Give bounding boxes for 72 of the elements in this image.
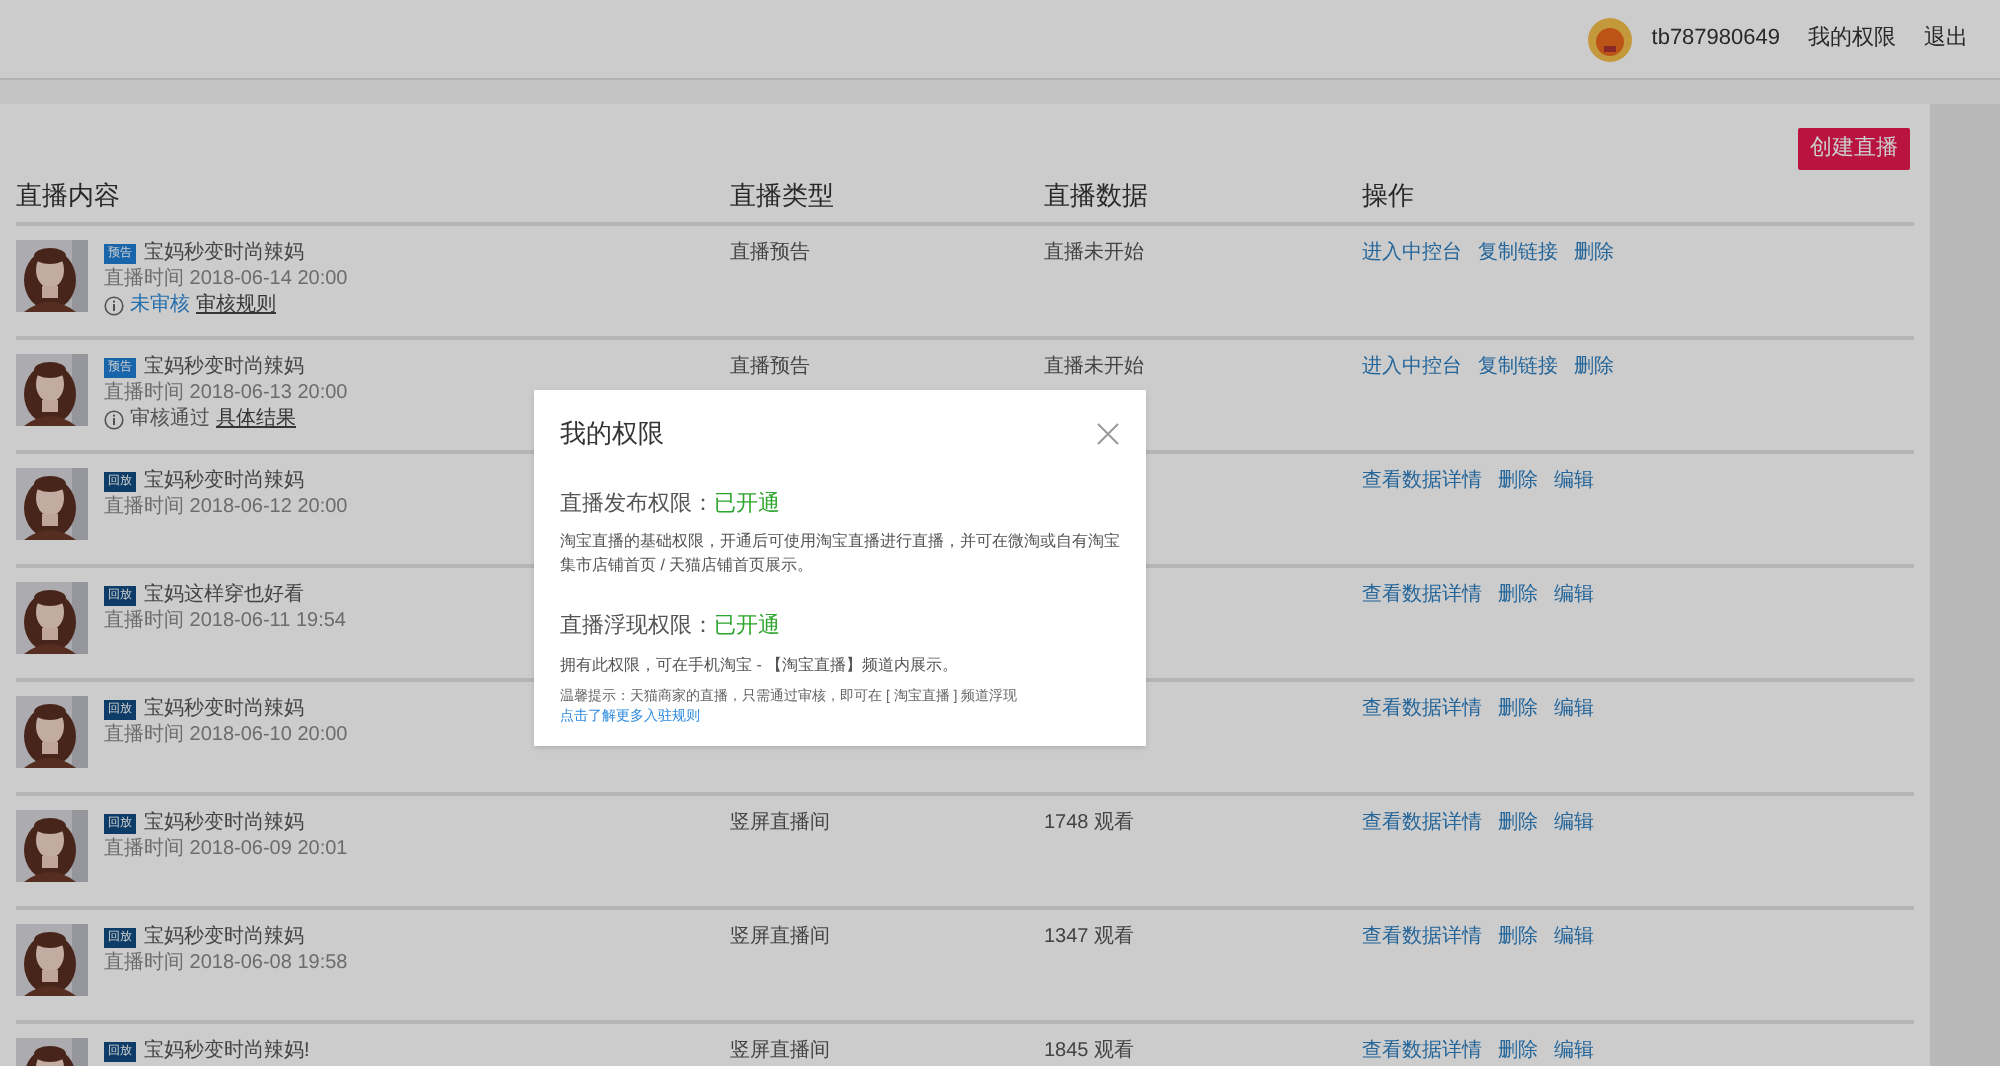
action-link[interactable]: 复制链接 — [1478, 354, 1558, 380]
action-link[interactable]: 编辑 — [1554, 810, 1594, 836]
action-link[interactable]: 编辑 — [1554, 924, 1594, 950]
action-link[interactable]: 删除 — [1574, 354, 1614, 380]
live-title: 宝妈秒变时尚辣妈 — [144, 924, 304, 950]
permission-description: 淘宝直播的基础权限，开通后可使用淘宝直播进行直播，并可在微淘或自有淘宝集市店铺首页 / 天猫店铺首页展示。 — [560, 530, 1120, 578]
permission-label: 直播发布权限： — [560, 489, 714, 519]
action-link[interactable]: 复制链接 — [1478, 240, 1558, 266]
action-link[interactable]: 删除 — [1498, 924, 1538, 950]
action-link[interactable]: 查看数据详情 — [1362, 1038, 1482, 1064]
live-data: 1748 观看 — [1044, 810, 1137, 836]
review-status: 未审核 — [130, 292, 190, 318]
action-link[interactable]: 编辑 — [1554, 582, 1594, 608]
avatar-icon — [1587, 17, 1632, 61]
action-link[interactable]: 查看数据详情 — [1362, 810, 1482, 836]
info-icon — [104, 409, 124, 429]
permission-label: 直播浮现权限： — [560, 612, 714, 642]
action-link[interactable]: 进入中控台 — [1362, 354, 1462, 380]
live-type: 直播预告 — [730, 354, 812, 380]
action-link[interactable]: 查看数据详情 — [1362, 582, 1482, 608]
live-time: 直播时间 2018-06-09 20:01 — [104, 836, 348, 862]
action-link[interactable]: 删除 — [1498, 810, 1538, 836]
live-data: 1845 观看 — [1044, 1038, 1137, 1064]
review-status: 审核通过 — [130, 406, 210, 432]
action-link[interactable]: 编辑 — [1554, 696, 1594, 722]
column-header: 直播数据 — [1044, 177, 1150, 213]
live-title: 宝妈这样穿也好看 — [144, 582, 304, 608]
action-link[interactable]: 删除 — [1498, 696, 1538, 722]
live-type: 直播预告 — [730, 240, 812, 266]
action-link[interactable]: 进入中控台 — [1362, 240, 1462, 266]
close-button[interactable] — [1096, 421, 1120, 446]
live-title: 宝妈秒变时尚辣妈 — [144, 354, 304, 380]
review-link[interactable]: 具体结果 — [216, 406, 296, 432]
live-time: 直播时间 2018-06-08 19:58 — [104, 950, 348, 976]
live-title: 宝妈秒变时尚辣妈 — [144, 696, 304, 722]
live-time: 直播时间 2018-06-11 19:54 — [104, 608, 346, 634]
action-link[interactable]: 查看数据详情 — [1362, 696, 1482, 722]
live-time: 直播时间 2018-06-12 20:00 — [104, 494, 348, 520]
header-link[interactable]: 退出 — [1924, 22, 1968, 56]
live-data: 1347 观看 — [1044, 924, 1137, 950]
live-data: 直播未开始 — [1044, 240, 1146, 266]
column-header: 操作 — [1362, 177, 1414, 213]
review-link[interactable]: 审核规则 — [196, 292, 276, 318]
live-type: 竖屏直播间 — [730, 810, 832, 836]
live-title: 宝妈秒变时尚辣妈 — [144, 240, 304, 266]
live-data: 直播未开始 — [1044, 354, 1146, 380]
action-link[interactable]: 编辑 — [1554, 1038, 1594, 1064]
action-link[interactable]: 编辑 — [1554, 468, 1594, 494]
live-type: 竖屏直播间 — [730, 1038, 832, 1064]
action-link[interactable]: 查看数据详情 — [1362, 924, 1482, 950]
action-link[interactable]: 删除 — [1498, 582, 1538, 608]
username: tb787980649 — [1651, 24, 1780, 55]
action-link[interactable]: 删除 — [1498, 1038, 1538, 1064]
live-time: 直播时间 2018-06-14 20:00 — [104, 266, 348, 292]
info-icon — [104, 295, 124, 315]
live-title: 宝妈秒变时尚辣妈 — [144, 468, 304, 494]
live-type: 竖屏直播间 — [730, 924, 832, 950]
action-link[interactable]: 删除 — [1574, 240, 1614, 266]
live-time: 直播时间 2018-06-10 20:00 — [104, 722, 348, 748]
permission-description: 拥有此权限，可在手机淘宝 - 【淘宝直播】频道内展示。 — [560, 653, 961, 677]
live-title: 宝妈秒变时尚辣妈 — [144, 810, 304, 836]
column-header: 直播类型 — [730, 177, 836, 213]
action-link[interactable]: 查看数据详情 — [1362, 468, 1482, 494]
live-time: 直播时间 2018-06-13 20:00 — [104, 380, 348, 406]
live-title: 宝妈秒变时尚辣妈! — [144, 1038, 310, 1064]
column-header: 直播内容 — [16, 177, 122, 213]
dialog-title: 我的权限 — [560, 416, 664, 452]
create-live-button[interactable]: 创建直播 — [1798, 128, 1910, 170]
header-link[interactable]: 我的权限 — [1808, 22, 1896, 56]
action-link[interactable]: 删除 — [1498, 468, 1538, 494]
permission-status: 已开通 — [714, 489, 780, 519]
permission-status: 已开通 — [714, 611, 780, 642]
